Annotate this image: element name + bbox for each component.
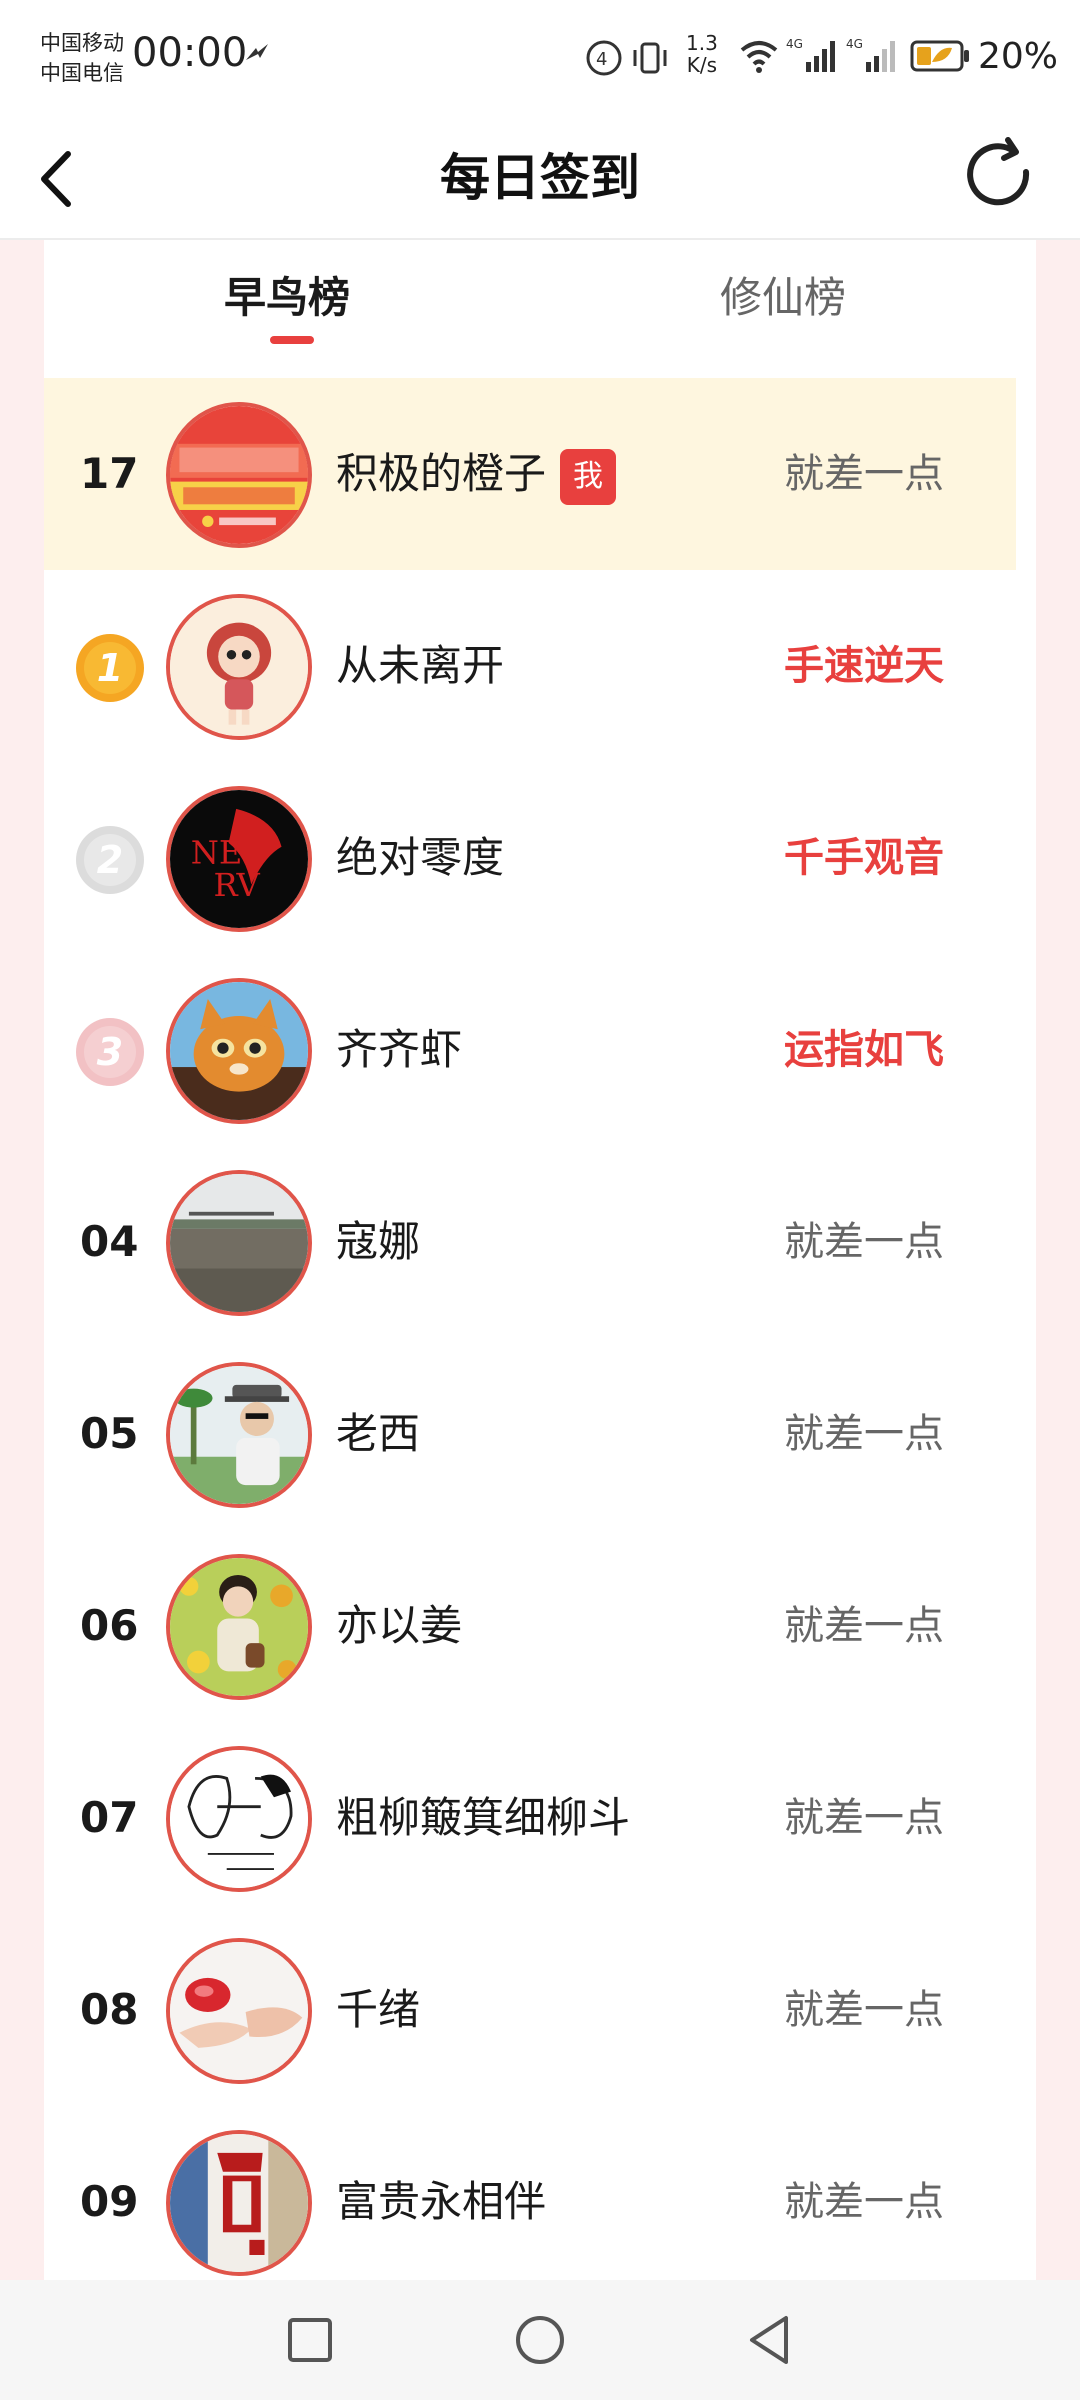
status-text: 就差一点 [784, 451, 944, 497]
svg-text:3: 3 [97, 1030, 123, 1074]
system-navigation-bar [0, 2280, 1080, 2400]
speed-unit: K/s [686, 53, 718, 77]
avatar: NE RV [166, 786, 312, 932]
user-name: 积极的橙子我 [336, 378, 617, 570]
avatar [166, 402, 312, 548]
avatar [166, 978, 312, 1124]
svg-text:RV: RV [213, 866, 260, 904]
my-rank-row[interactable]: 17 积极的橙子我 就差一点 [44, 378, 1016, 570]
svg-text:4G: 4G [786, 37, 803, 51]
user-name: 富贵永相伴 [336, 2177, 547, 2226]
battery-percent: 20% [978, 36, 1059, 77]
list-item[interactable]: 08 千绪 就差一点 [44, 1914, 1016, 2106]
svg-text:4G: 4G [846, 37, 863, 51]
svg-text:1: 1 [97, 646, 123, 690]
list-item[interactable]: 06 亦以姜 就差一点 [44, 1530, 1016, 1722]
vpn-icon: 4 [586, 40, 622, 76]
user-name: 绝对零度 [336, 833, 505, 882]
list-item[interactable]: 05 老西 就差一点 [44, 1338, 1016, 1530]
avatar [166, 1746, 312, 1892]
list-item[interactable]: 07 粗柳簸箕细柳斗 就差一点 [44, 1722, 1016, 1914]
user-name: 齐齐虾 [336, 1025, 463, 1074]
status-text: 就差一点 [784, 1987, 944, 2033]
avatar [166, 1938, 312, 2084]
refresh-icon[interactable] [954, 132, 1042, 220]
user-name: 从未离开 [336, 641, 505, 690]
avatar [166, 2130, 312, 2276]
avatar [166, 1362, 312, 1508]
back-nav-icon[interactable] [740, 2310, 800, 2370]
carrier-1: 中国移动 [40, 31, 124, 55]
wifi-icon [740, 41, 778, 73]
me-badge: 我 [560, 448, 617, 505]
carrier-2: 中国电信 [40, 61, 124, 85]
battery-icon [910, 40, 969, 72]
rank-number: 06 [80, 1601, 139, 1650]
list-item[interactable]: 2 NE RV 绝对零度 千手观音 [44, 762, 1016, 954]
status-text: 就差一点 [784, 1603, 944, 1649]
user-name: 老西 [336, 1409, 421, 1458]
rank-number: 08 [80, 1985, 139, 2034]
carrier-labels: 中国移动 中国电信 [40, 28, 124, 88]
avatar [166, 594, 312, 740]
status-text: 就差一点 [784, 1795, 944, 1841]
silver-medal-icon: 2 [76, 826, 144, 894]
list-item[interactable]: 04 寇娜 就差一点 [44, 1146, 1016, 1338]
rank-number: 09 [80, 2177, 139, 2226]
list-item[interactable]: 3 齐齐虾 运指如飞 [44, 954, 1016, 1146]
status-text: 就差一点 [784, 2179, 944, 2225]
app-header: 每日签到 [0, 118, 1080, 240]
tab-immortal[interactable]: 修仙榜 [720, 256, 846, 340]
status-text: 运指如飞 [784, 1027, 944, 1073]
gold-medal-icon: 1 [76, 634, 144, 702]
rank-number: 07 [80, 1793, 139, 1842]
user-name-text: 积极的橙子 [336, 449, 547, 498]
user-name: 粗柳簸箕细柳斗 [336, 1793, 631, 1842]
vibrate-icon [633, 42, 667, 74]
signal-4g-icon-1: 4G [786, 37, 835, 72]
recents-icon[interactable] [280, 2310, 340, 2370]
signal-4g-icon-2: 4G [846, 37, 895, 72]
rank-number: 17 [80, 449, 139, 498]
svg-text:4: 4 [596, 49, 607, 70]
page-title: 每日签到 [440, 149, 640, 207]
list-item[interactable]: 1 从未离开 手速逆天 [44, 570, 1016, 762]
user-name: 亦以姜 [336, 1601, 463, 1650]
user-name: 寇娜 [336, 1217, 421, 1266]
svg-text:2: 2 [97, 838, 123, 882]
user-name: 千绪 [336, 1985, 421, 2034]
speed-value: 1.3 [686, 31, 718, 55]
avatar [166, 1170, 312, 1316]
tab-early-bird[interactable]: 早鸟榜 [224, 256, 350, 340]
rank-number: 05 [80, 1409, 139, 1458]
status-text: 就差一点 [784, 1411, 944, 1457]
network-speed: 1.3 K/s [686, 32, 718, 76]
status-text: 手速逆天 [784, 643, 944, 689]
status-text: 就差一点 [784, 1219, 944, 1265]
clock: 00:00 [132, 30, 248, 76]
active-tab-indicator [270, 336, 314, 344]
hd-icon [246, 44, 268, 60]
status-bar: 中国移动 中国电信 00:00 4 1.3 K/s 4G 4G 20% [0, 0, 1080, 118]
status-text: 千手观音 [784, 835, 944, 881]
home-icon[interactable] [510, 2310, 570, 2370]
bronze-medal-icon: 3 [76, 1018, 144, 1086]
rank-number: 04 [80, 1217, 139, 1266]
avatar [166, 1554, 312, 1700]
list-item[interactable]: 09 富贵永相伴 就差一点 [44, 2106, 1016, 2298]
leaderboard-tabs: 早鸟榜 修仙榜 [44, 240, 1036, 376]
